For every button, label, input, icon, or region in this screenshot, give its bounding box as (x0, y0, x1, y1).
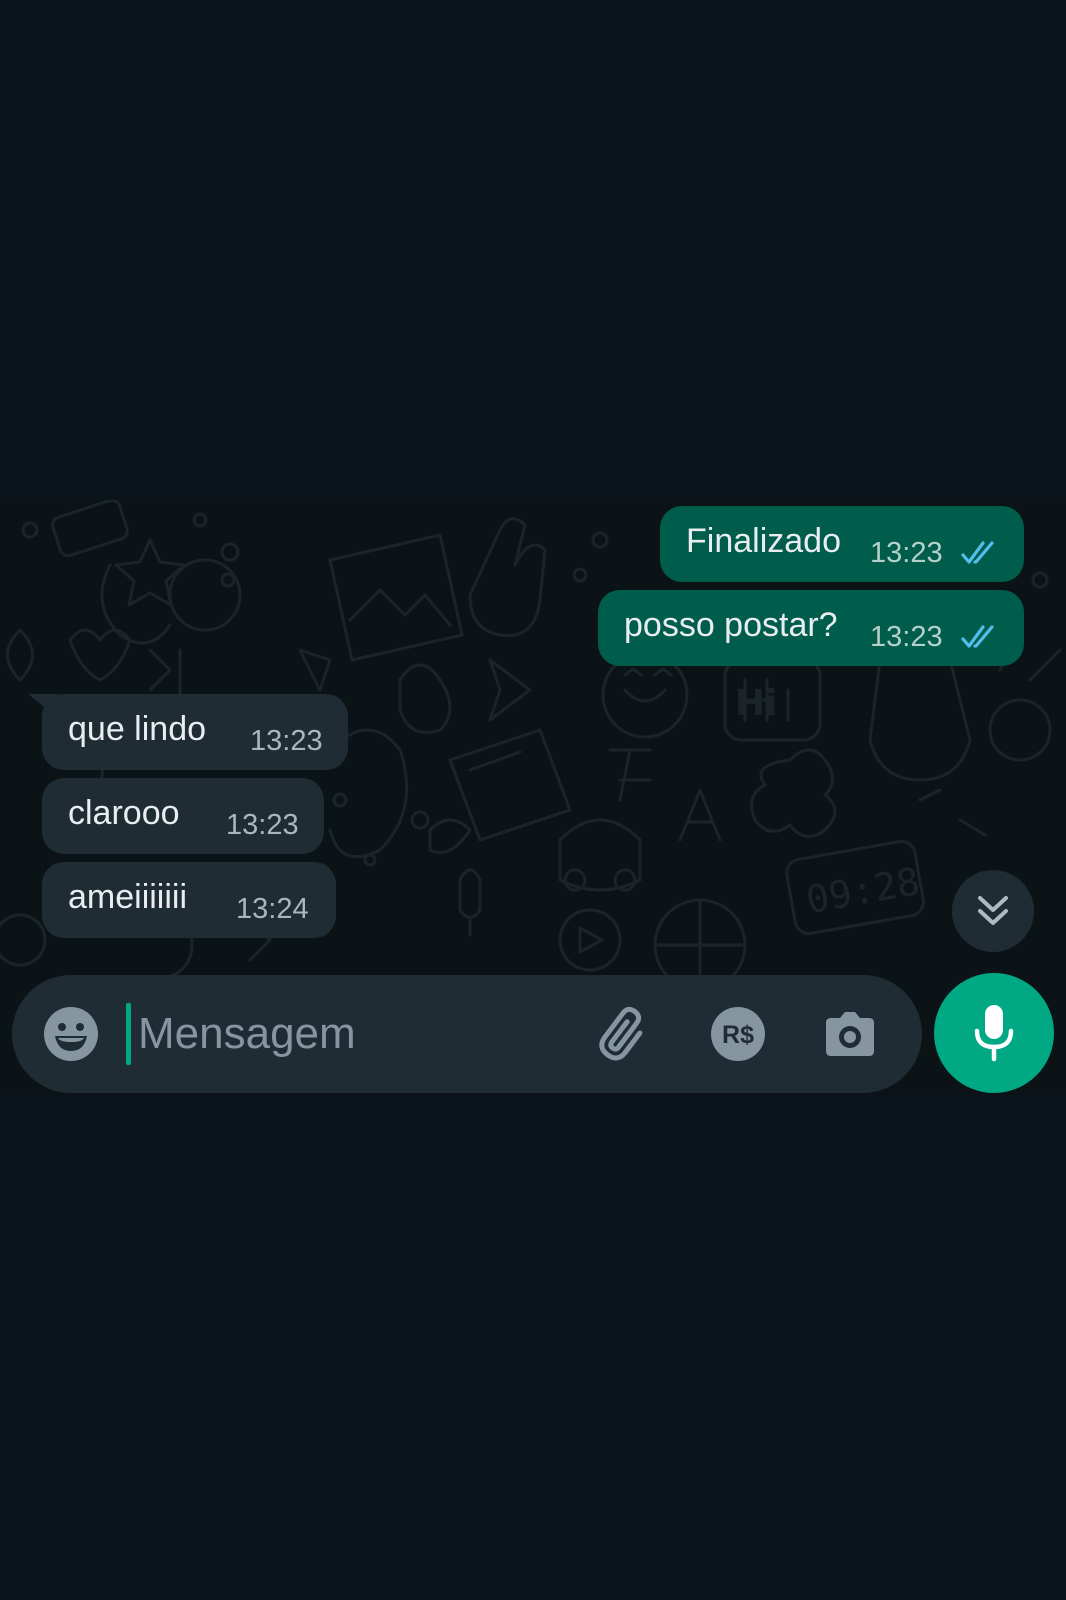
double-chevron-down-icon (978, 896, 1008, 925)
message-time: 13:23 (250, 725, 323, 757)
message-input[interactable] (128, 1003, 578, 1065)
message-composer: R$ (12, 975, 922, 1093)
microphone-icon (974, 1005, 1014, 1062)
message-bubble-outgoing[interactable]: posso postar? 13:23 (598, 590, 1024, 666)
paperclip-icon[interactable] (596, 1005, 656, 1065)
screen: Hi 09:28 Finalizado 13:23 posso postar? … (0, 0, 1066, 1600)
scroll-to-bottom-button[interactable] (952, 870, 1034, 952)
message-text: clarooo (68, 794, 180, 832)
voice-record-button[interactable] (934, 973, 1054, 1093)
message-time: 13:24 (236, 893, 309, 925)
message-text: Finalizado (686, 522, 841, 560)
emoji-icon[interactable] (42, 1005, 100, 1063)
message-bubble-incoming[interactable]: que lindo 13:23 (28, 694, 348, 770)
message-time: 13:23 (870, 621, 943, 653)
wallpaper-hi-text: Hi (735, 683, 777, 724)
message-bubble-incoming[interactable]: ameiiiiiii 13:24 (42, 862, 336, 938)
bubble-tail (28, 694, 58, 718)
message-time: 13:23 (870, 537, 943, 569)
message-bubble-incoming[interactable]: clarooo 13:23 (42, 778, 324, 854)
read-ticks-icon (961, 541, 994, 564)
message-text: posso postar? (624, 606, 838, 644)
payment-label: R$ (722, 1021, 754, 1049)
message-bubble-outgoing[interactable]: Finalizado 13:23 (660, 506, 1024, 582)
message-text: ameiiiiiii (68, 878, 188, 916)
read-ticks-icon (961, 625, 994, 648)
message-text: que lindo (68, 710, 207, 748)
camera-icon[interactable] (820, 1005, 880, 1065)
payment-icon[interactable]: R$ (710, 1006, 766, 1062)
wallpaper-clock-text: 09:28 (803, 859, 923, 922)
message-time: 13:23 (226, 809, 299, 841)
chat-area: Hi 09:28 Finalizado 13:23 posso postar? … (0, 500, 1066, 1095)
